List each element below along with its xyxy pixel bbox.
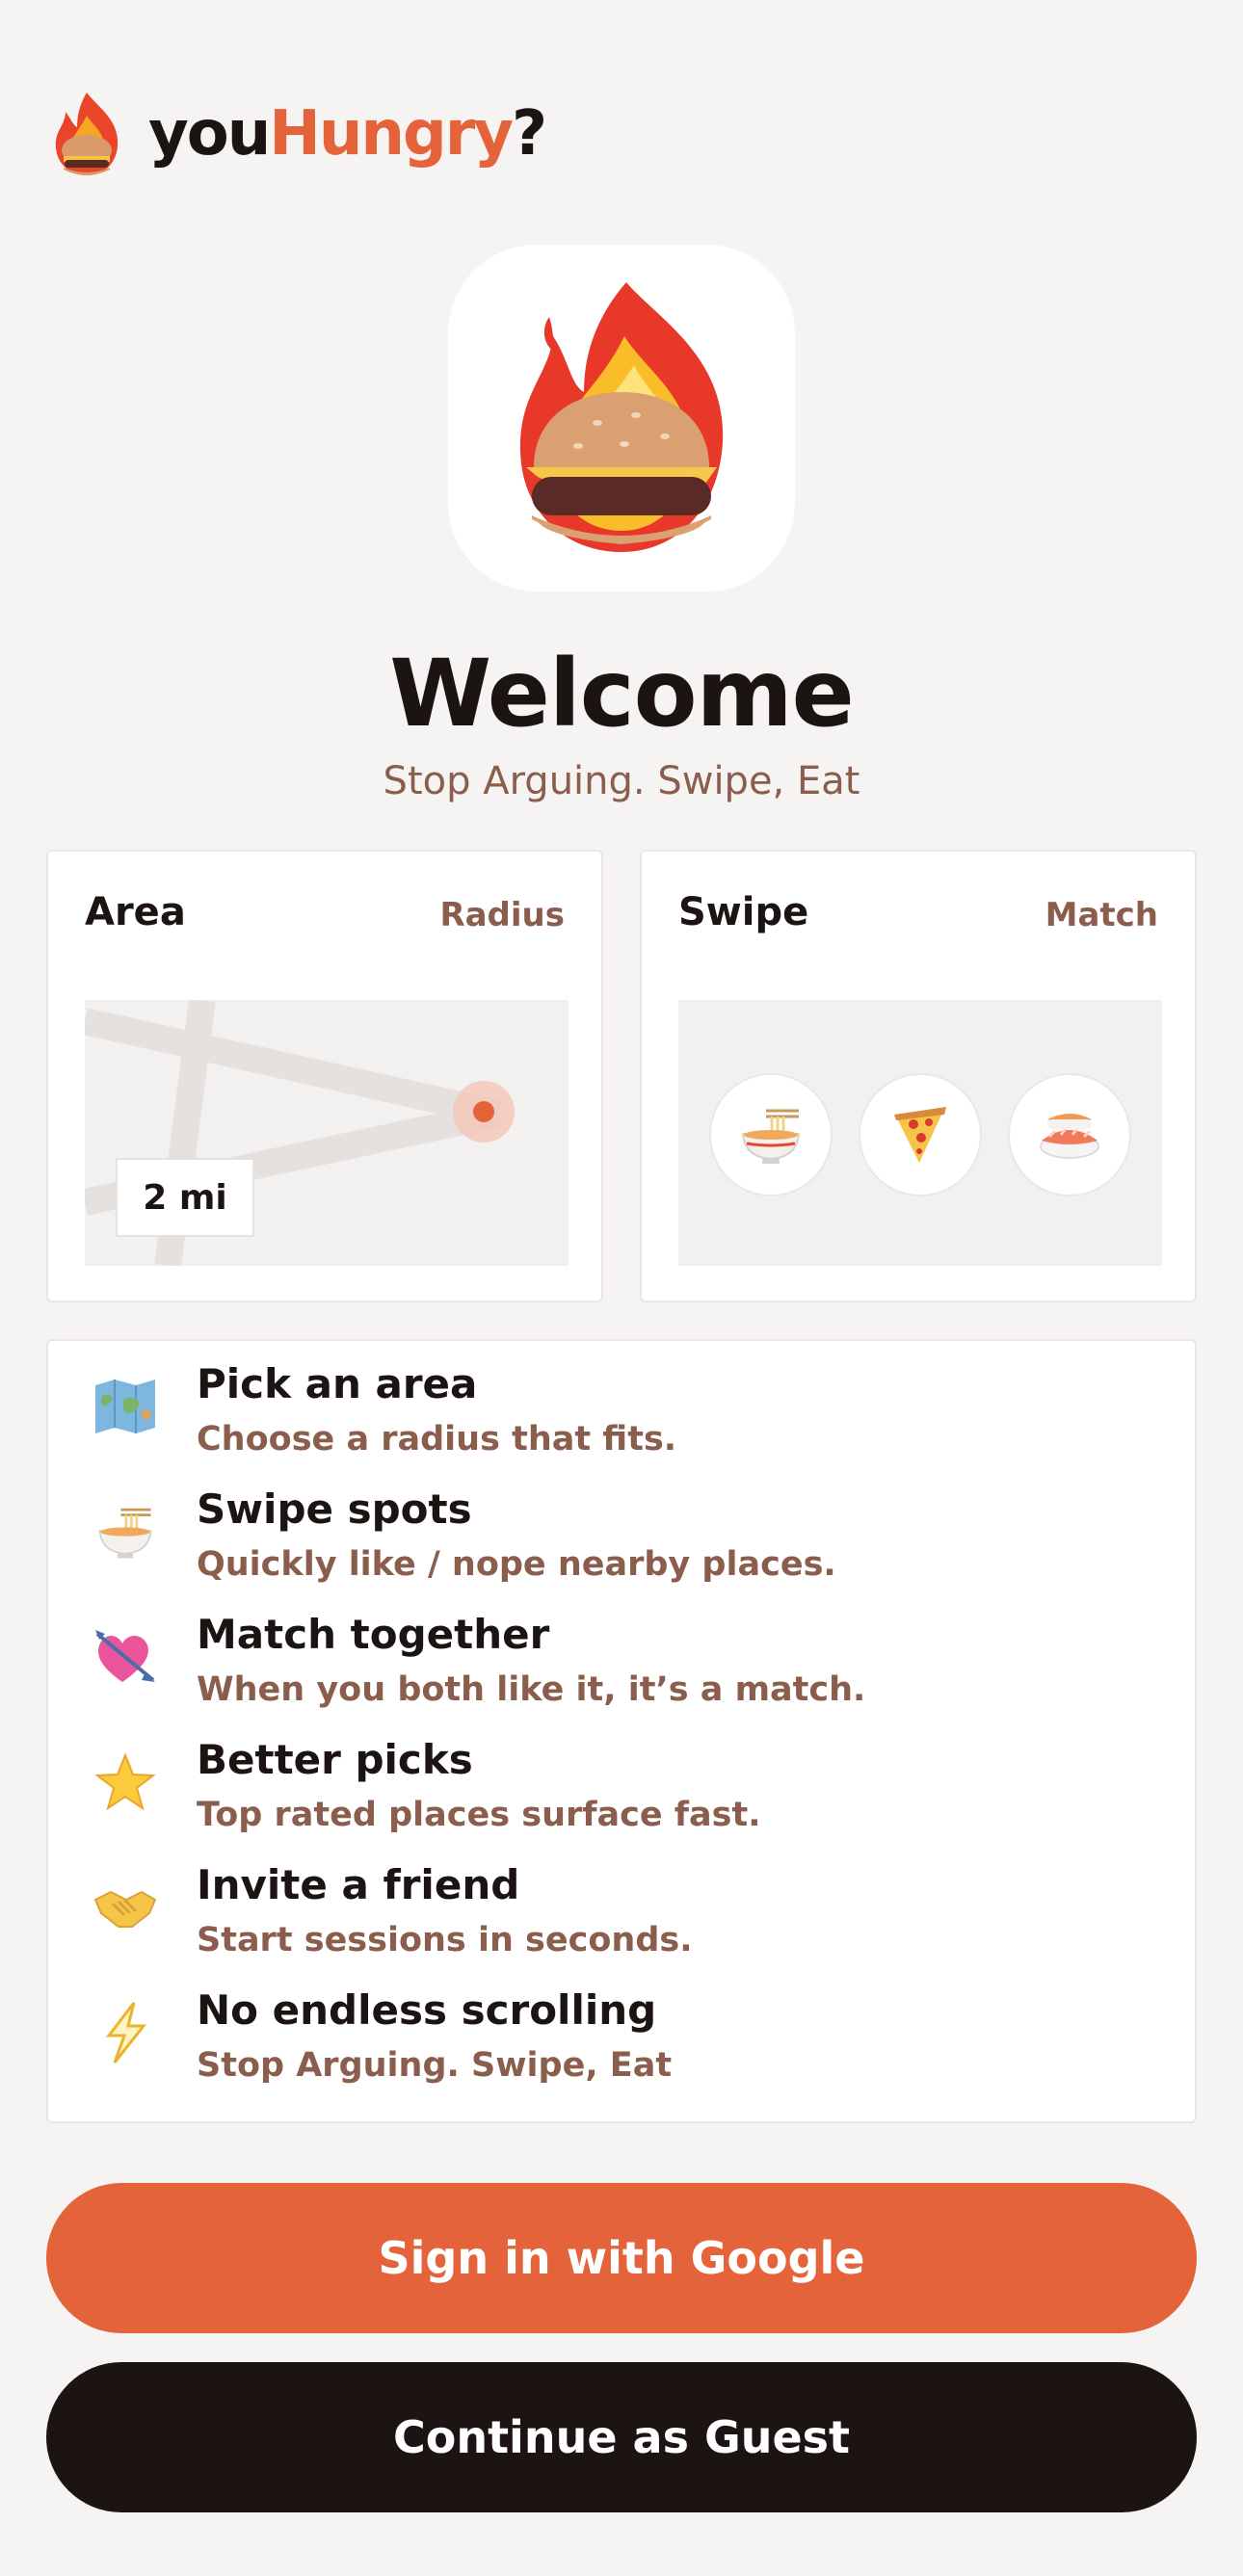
swipe-card-tag: Match — [1045, 896, 1158, 934]
area-card-tag: Radius — [439, 896, 565, 934]
area-card[interactable]: Area Radius 2 mi — [46, 850, 603, 1302]
step-subtitle: Quickly like / nope nearby places. — [197, 1545, 836, 1584]
step-subtitle: Choose a radius that fits. — [197, 1420, 677, 1459]
swipe-card-title: Swipe — [678, 890, 809, 934]
list-item: Swipe spots Quickly like / nope nearby p… — [48, 1466, 1199, 1591]
welcome-title: Welcome — [389, 640, 854, 748]
brand-question-mark: ? — [512, 98, 547, 170]
location-pin-icon — [473, 1101, 494, 1122]
step-subtitle: Start sessions in seconds. — [197, 1921, 693, 1959]
list-item: Match together When you both like it, it… — [48, 1591, 1199, 1717]
heart-arrow-icon — [91, 1622, 160, 1692]
pizza-icon — [859, 1073, 982, 1196]
list-item: No endless scrolling Stop Arguing. Swipe… — [48, 1967, 1199, 2092]
sushi-icon — [1008, 1073, 1131, 1196]
step-title: Invite a friend — [197, 1861, 520, 1908]
radius-chip: 2 mi — [116, 1158, 254, 1237]
ramen-icon — [709, 1073, 833, 1196]
step-title: Match together — [197, 1611, 550, 1658]
features-list: Pick an area Choose a radius that fits. … — [46, 1339, 1197, 2123]
step-subtitle: Stop Arguing. Swipe, Eat — [197, 2046, 673, 2085]
flaming-burger-logo-icon — [52, 91, 121, 177]
brand-you: you — [148, 98, 271, 170]
brand-wordmark: youHungry? — [148, 98, 547, 170]
list-item: Better picks Top rated places surface fa… — [48, 1717, 1199, 1842]
map-preview: 2 mi — [85, 1000, 569, 1266]
star-icon — [91, 1748, 160, 1817]
step-title: Swipe spots — [197, 1485, 472, 1533]
ramen-bowl-icon — [91, 1497, 160, 1566]
sign-in-google-button[interactable]: Sign in with Google — [46, 2183, 1197, 2333]
handshake-icon — [91, 1873, 160, 1942]
step-subtitle: When you both like it, it’s a match. — [197, 1670, 866, 1709]
step-subtitle: Top rated places surface fast. — [197, 1796, 761, 1834]
lightning-icon — [91, 1998, 160, 2067]
app-icon-tile — [448, 245, 795, 591]
step-title: Better picks — [197, 1736, 473, 1783]
swipe-card[interactable]: Swipe Match — [640, 850, 1197, 1302]
food-preview — [678, 1000, 1162, 1266]
list-item: Invite a friend Start sessions in second… — [48, 1842, 1199, 1967]
flaming-burger-icon — [519, 282, 724, 552]
tagline: Stop Arguing. Swipe, Eat — [383, 759, 860, 803]
brand-hungry: Hungry — [269, 98, 514, 170]
step-title: No endless scrolling — [197, 1986, 657, 2034]
map-icon — [91, 1372, 160, 1441]
area-card-title: Area — [85, 890, 186, 934]
list-item: Pick an area Choose a radius that fits. — [48, 1341, 1199, 1466]
continue-as-guest-button[interactable]: Continue as Guest — [46, 2362, 1197, 2512]
step-title: Pick an area — [197, 1360, 478, 1407]
app-header: youHungry? — [52, 91, 547, 177]
